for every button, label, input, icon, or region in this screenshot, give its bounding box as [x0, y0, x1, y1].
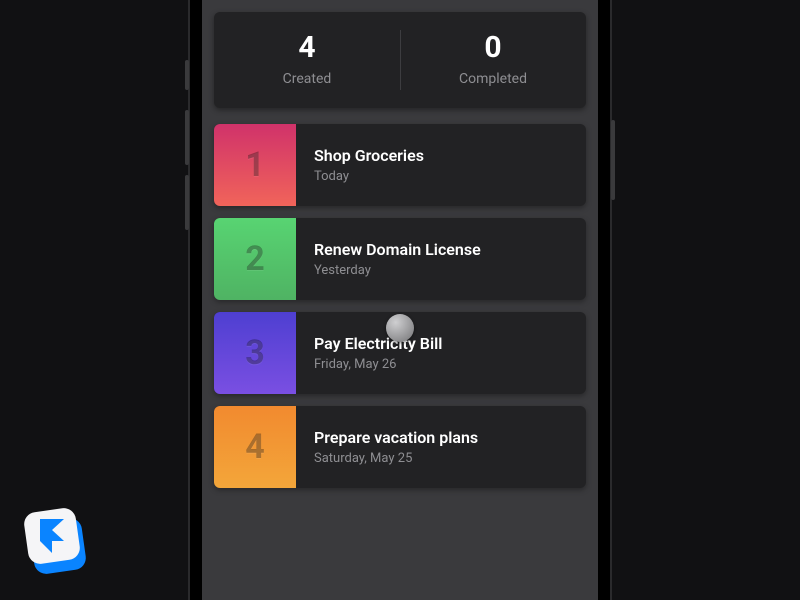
phone-screen: 4 Created 0 Completed 1 Shop Groceries T… [202, 0, 598, 600]
stat-created[interactable]: 4 Created [214, 12, 400, 108]
task-badge: 4 [214, 406, 296, 488]
phone-volume-up [185, 110, 189, 165]
task-title: Renew Domain License [314, 240, 586, 259]
task-row[interactable]: 4 Prepare vacation plans Saturday, May 2… [214, 406, 586, 488]
stat-completed-label: Completed [459, 71, 527, 87]
task-badge: 1 [214, 124, 296, 206]
phone-frame: 4 Created 0 Completed 1 Shop Groceries T… [190, 0, 610, 600]
task-badge: 3 [214, 312, 296, 394]
task-list: 1 Shop Groceries Today 2 Renew Domain Li… [214, 124, 586, 488]
stat-created-label: Created [283, 71, 332, 87]
task-row[interactable]: 1 Shop Groceries Today [214, 124, 586, 206]
phone-volume-down [185, 175, 189, 230]
task-badge: 2 [214, 218, 296, 300]
task-subtitle: Today [314, 169, 586, 184]
phone-mute-switch [185, 60, 189, 90]
task-title: Pay Electricity Bill [314, 334, 586, 353]
task-title: Prepare vacation plans [314, 428, 586, 447]
touch-indicator-icon [386, 314, 414, 342]
phone-power-button [611, 120, 615, 200]
framer-logo-icon [22, 506, 94, 578]
task-subtitle: Friday, May 26 [314, 357, 586, 372]
task-title: Shop Groceries [314, 146, 586, 165]
task-subtitle: Saturday, May 25 [314, 451, 586, 466]
stat-completed[interactable]: 0 Completed [400, 12, 586, 108]
stat-created-value: 4 [298, 33, 315, 63]
task-subtitle: Yesterday [314, 263, 586, 278]
stats-card: 4 Created 0 Completed [214, 12, 586, 108]
stat-completed-value: 0 [484, 33, 501, 63]
task-row[interactable]: 2 Renew Domain License Yesterday [214, 218, 586, 300]
